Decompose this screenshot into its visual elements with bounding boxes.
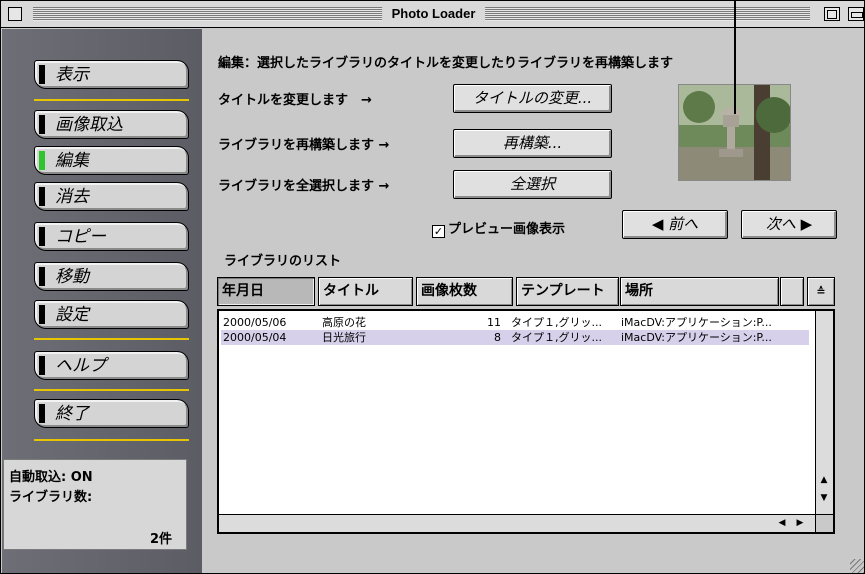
select-all-button[interactable]: 全選択: [453, 170, 612, 199]
zoom-box[interactable]: [824, 7, 840, 21]
sidebar-item-move[interactable]: 移動: [34, 262, 189, 291]
select-all-instruction: ライブラリを全選択します →: [218, 179, 390, 194]
sidebar-divider: [34, 389, 189, 391]
auto-import-status: 自動取込: ON: [9, 470, 93, 485]
row-date: 2000/05/06: [223, 316, 287, 329]
sidebar-item-label: 画像取込: [55, 115, 123, 135]
column-header-template[interactable]: テンプレート: [516, 277, 619, 306]
indicator-led-active: [39, 151, 45, 170]
horizontal-scrollbar[interactable]: ◀ ▶: [219, 514, 815, 532]
library-count-value: 2件: [149, 532, 172, 547]
preview-checkbox-label: プレビュー画像表示: [448, 222, 566, 237]
preview-checkbox[interactable]: ✓: [432, 225, 445, 238]
column-header-blank[interactable]: [780, 277, 804, 306]
column-header-location[interactable]: 場所: [620, 277, 779, 306]
sidebar-item-label: 表示: [55, 65, 89, 85]
sidebar-item-label: 消去: [55, 187, 89, 207]
main-panel: 編集：選択したライブラリのタイトルを変更したりライブラリを再構築します タイトル…: [202, 29, 864, 573]
library-list-title: ライブラリのリスト: [224, 254, 342, 269]
scroll-right-icon[interactable]: ▶: [793, 518, 807, 528]
row-count: 11: [487, 316, 501, 329]
sidebar-item-label: 設定: [55, 305, 89, 325]
indicator-led: [39, 65, 45, 84]
indicator-led: [39, 356, 45, 375]
column-header-count[interactable]: 画像枚数: [416, 277, 513, 306]
sidebar-item-edit[interactable]: 編集: [34, 146, 189, 175]
row-title: 日光旅行: [322, 331, 366, 344]
indicator-led: [39, 115, 45, 134]
photo-loader-window: Photo Loader 表示 画像取込 編集 消去 コピー 移動 設定 ヘルプ…: [0, 0, 865, 574]
sidebar-divider: [34, 99, 189, 101]
row-date: 2000/05/04: [223, 331, 287, 344]
row-title: 高原の花: [322, 316, 366, 329]
table-row[interactable]: 2000/05/06 高原の花 11 タイプ１,グリッ... iMacDV:アプ…: [221, 315, 809, 330]
sidebar-item-display[interactable]: 表示: [34, 60, 189, 89]
scroll-down-icon[interactable]: ▼: [817, 493, 831, 503]
indicator-led: [39, 267, 45, 286]
prev-button[interactable]: ◀ 前へ: [622, 210, 728, 239]
sidebar-divider: [34, 439, 189, 441]
window-title: Photo Loader: [381, 5, 486, 23]
status-panel: 自動取込: ON ライブラリ数: 2件: [3, 459, 187, 550]
sidebar-item-copy[interactable]: コピー: [34, 222, 189, 251]
row-template: タイプ１,グリッ...: [511, 331, 602, 344]
row-count: 8: [494, 331, 501, 344]
next-button[interactable]: 次へ ▶: [741, 210, 837, 239]
sidebar-item-delete[interactable]: 消去: [34, 182, 189, 211]
rebuild-button[interactable]: 再構築...: [453, 129, 612, 158]
rebuild-instruction: ライブラリを再構築します →: [218, 138, 390, 153]
mode-description: 編集：選択したライブラリのタイトルを変更したりライブラリを再構築します: [218, 56, 674, 71]
library-count-label: ライブラリ数:: [9, 490, 93, 505]
indicator-led: [39, 227, 45, 246]
sidebar-item-label: コピー: [55, 227, 106, 247]
sidebar-divider: [34, 338, 189, 340]
sidebar-item-quit[interactable]: 終了: [34, 399, 189, 428]
table-row[interactable]: 2000/05/04 日光旅行 8 タイプ１,グリッ... iMacDV:アプリ…: [221, 330, 809, 345]
library-list: 2000/05/06 高原の花 11 タイプ１,グリッ... iMacDV:アプ…: [217, 309, 835, 534]
vertical-scrollbar[interactable]: ▲ ▼: [815, 311, 833, 514]
scroll-corner: [815, 514, 833, 532]
column-header-title[interactable]: タイトル: [318, 277, 413, 306]
row-template: タイプ１,グリッ...: [511, 316, 602, 329]
indicator-led: [39, 404, 45, 423]
indicator-led: [39, 305, 45, 324]
callout-line: [734, 1, 736, 114]
sidebar-item-label: 編集: [55, 151, 89, 171]
row-location: iMacDV:アプリケーション:P...: [621, 316, 772, 329]
sidebar: 表示 画像取込 編集 消去 コピー 移動 設定 ヘルプ 終了 自動取込: ON …: [2, 29, 202, 573]
sidebar-item-help[interactable]: ヘルプ: [34, 351, 189, 380]
close-box[interactable]: [8, 7, 22, 21]
sidebar-item-import[interactable]: 画像取込: [34, 110, 189, 139]
sidebar-item-label: ヘルプ: [55, 356, 106, 376]
scroll-left-icon[interactable]: ◀: [775, 518, 789, 528]
sidebar-item-label: 終了: [55, 404, 89, 424]
resize-grip-icon[interactable]: [850, 559, 864, 573]
preview-toggle[interactable]: ✓ プレビュー画像表示: [432, 218, 565, 238]
rename-instruction: タイトルを変更します →: [218, 93, 372, 108]
rename-title-button[interactable]: タイトルの変更...: [453, 84, 612, 113]
sidebar-item-label: 移動: [55, 267, 89, 287]
sidebar-item-settings[interactable]: 設定: [34, 300, 189, 329]
column-header-date[interactable]: 年月日: [217, 277, 315, 306]
column-sort-icon[interactable]: ≙: [807, 277, 835, 306]
row-location: iMacDV:アプリケーション:P...: [621, 331, 772, 344]
scroll-up-icon[interactable]: ▲: [817, 475, 831, 485]
collapse-box[interactable]: [848, 7, 864, 21]
indicator-led: [39, 187, 45, 206]
